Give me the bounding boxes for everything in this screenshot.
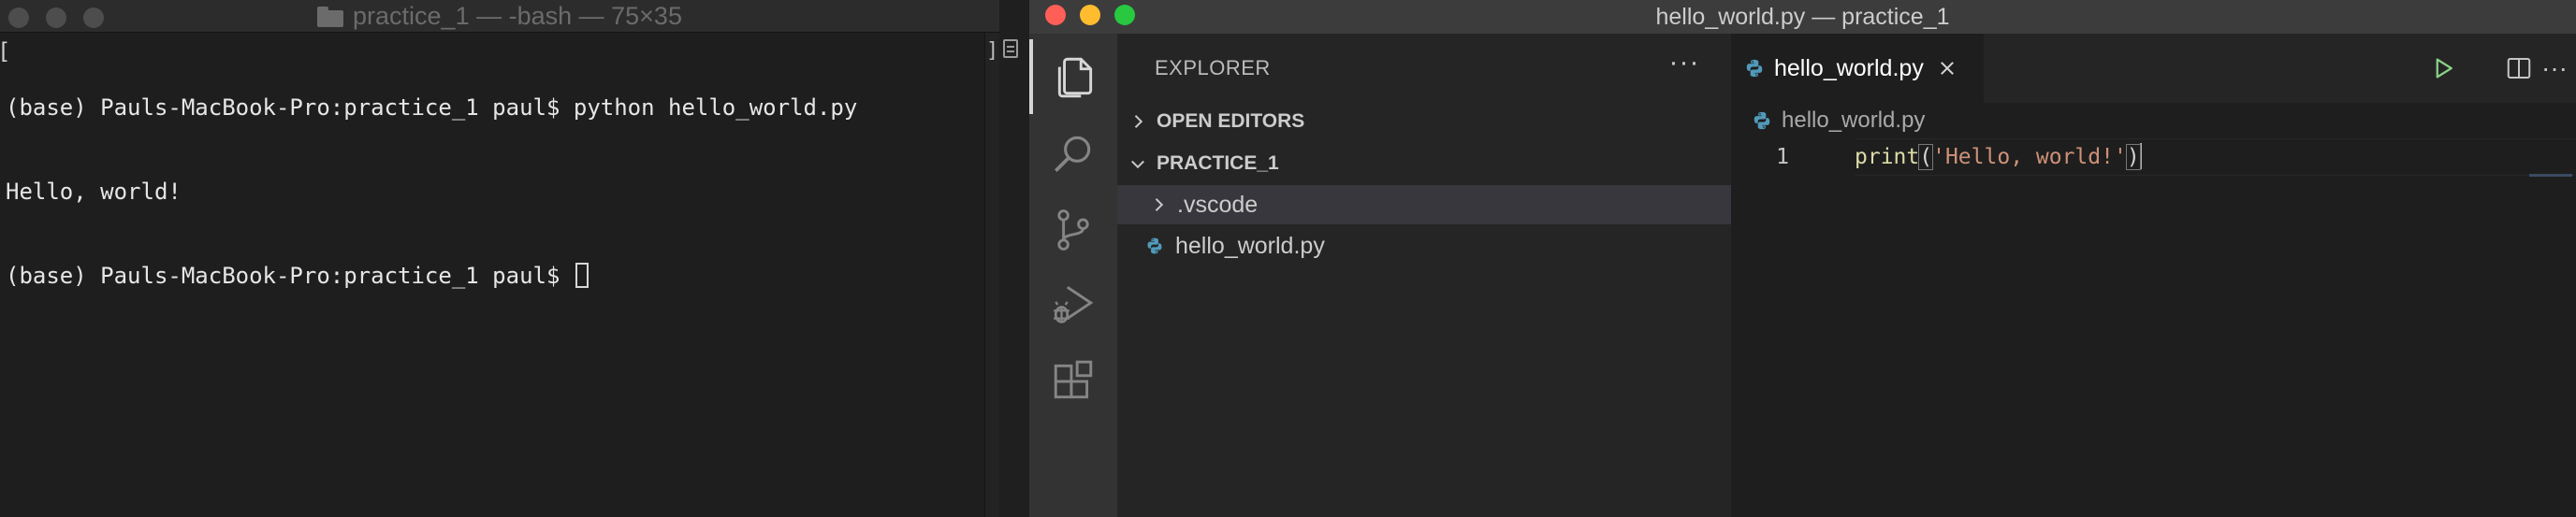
activity-search[interactable] <box>1029 118 1117 193</box>
code-token-close-paren: ) <box>2125 144 2141 170</box>
editor-caret <box>2139 143 2142 169</box>
code-line-1[interactable]: print('Hello, world!') <box>1855 138 2142 176</box>
tab-hello-world-py[interactable]: hello_world.py <box>1731 34 1984 103</box>
editor-area: hello_world.py ··· hello_world.py 1 prin… <box>1731 34 2576 517</box>
run-debug-icon <box>1054 286 1094 323</box>
line-number: 1 <box>1776 145 1789 169</box>
extensions-icon <box>1054 360 1093 399</box>
folder-section-practice-1[interactable]: PRACTICE_1 <box>1117 145 1731 182</box>
vscode-title-bar[interactable]: hello_world.py — practice_1 <box>1029 0 2576 34</box>
open-editors-label: OPEN EDITORS <box>1157 110 1305 132</box>
editor-tab-bar: hello_world.py ··· <box>1731 34 2576 103</box>
chevron-right-icon <box>1134 115 1143 128</box>
terminal-prompt-text: (base) Pauls-MacBook-Pro:practice_1 paul… <box>6 263 574 289</box>
terminal-line-output: Hello, world! <box>6 179 182 205</box>
tab-label: hello_world.py <box>1774 54 1924 81</box>
python-file-icon <box>1147 237 1162 254</box>
activity-source-control[interactable] <box>1029 193 1117 267</box>
tree-item-hello-world-py[interactable]: hello_world.py <box>1117 226 1731 266</box>
open-editors-section[interactable]: OPEN EDITORS <box>1117 103 1731 140</box>
search-icon <box>1054 136 1091 172</box>
split-editor-button[interactable] <box>2505 34 2542 103</box>
explorer-header: EXPLORER ··· <box>1117 34 1731 101</box>
code-token-function: print <box>1855 145 1920 169</box>
explorer-sidebar: EXPLORER ··· OPEN EDITORS PRACTICE_1 .vs… <box>1117 34 1731 517</box>
window-gap <box>999 0 1029 517</box>
run-icon <box>2436 58 2452 79</box>
tree-item-label: hello_world.py <box>1175 232 1325 259</box>
terminal-title-text: practice_1 — -bash — 75×35 <box>353 2 682 30</box>
terminal-window: practice_1 — -bash — 75×35 [ (base) Paul… <box>0 0 999 517</box>
terminal-output[interactable]: (base) Pauls-MacBook-Pro:practice_1 paul… <box>0 37 982 517</box>
terminal-line-prompt: (base) Pauls-MacBook-Pro:practice_1 paul… <box>6 262 982 290</box>
activity-run-debug[interactable] <box>1029 267 1117 342</box>
desktop: practice_1 — -bash — 75×35 [ (base) Paul… <box>0 0 2576 517</box>
vscode-title: hello_world.py — practice_1 <box>1655 3 1950 30</box>
minimap[interactable] <box>2529 174 2572 177</box>
breadcrumb-file[interactable]: hello_world.py <box>1782 108 1925 134</box>
files-icon <box>1057 57 1093 98</box>
vscode-window: hello_world.py — practice_1 EXPLORER ···… <box>1029 0 2576 517</box>
terminal-cursor <box>575 263 589 288</box>
tree-item-vscode-folder[interactable]: .vscode <box>1117 185 1731 224</box>
activity-extensions[interactable] <box>1029 344 1117 419</box>
folder-icon <box>317 6 344 27</box>
code-token-string: 'Hello, world!' <box>1932 145 2127 169</box>
terminal-line-command: (base) Pauls-MacBook-Pro:practice_1 paul… <box>6 94 858 121</box>
split-editor-icon <box>2507 58 2531 79</box>
terminal-title: practice_1 — -bash — 75×35 <box>0 0 999 33</box>
python-file-icon <box>1746 59 1763 78</box>
split-pane-icon[interactable] <box>1003 39 1018 58</box>
activity-explorer[interactable] <box>1029 39 1117 114</box>
source-control-icon <box>1057 209 1089 251</box>
python-file-icon <box>1754 111 1770 130</box>
terminal-mark-bracket-right: ] <box>986 39 999 63</box>
run-python-file-button[interactable] <box>2429 34 2467 103</box>
chevron-right-icon <box>1155 198 1164 211</box>
breadcrumb: hello_world.py <box>1731 103 2576 138</box>
close-icon[interactable] <box>1937 58 1957 79</box>
tree-item-label: .vscode <box>1177 191 1259 218</box>
activity-bar <box>1029 34 1117 517</box>
explorer-title: EXPLORER <box>1155 56 1271 79</box>
terminal-scrollbar[interactable] <box>984 33 999 517</box>
folder-section-label: PRACTICE_1 <box>1157 152 1279 174</box>
explorer-more-actions-icon[interactable]: ··· <box>1664 47 1705 88</box>
editor-more-actions-icon[interactable]: ··· <box>2541 34 2575 103</box>
code-token-open-paren: ( <box>1918 144 1934 170</box>
chevron-down-icon <box>1131 160 1144 169</box>
terminal-title-bar[interactable]: practice_1 — -bash — 75×35 <box>0 0 999 33</box>
